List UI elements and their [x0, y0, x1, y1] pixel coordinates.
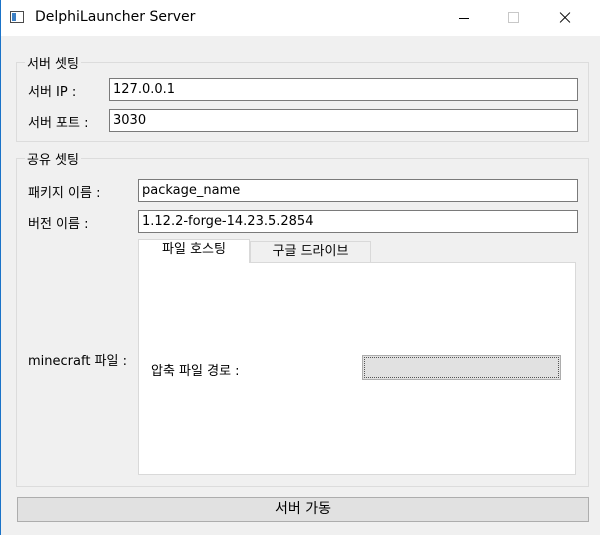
- server-port-label: 서버 포트 :: [28, 116, 89, 131]
- server-ip-input[interactable]: 127.0.0.1: [109, 78, 578, 101]
- package-name-input[interactable]: package_name: [138, 179, 578, 202]
- package-name-label: 패키지 이름 :: [28, 186, 101, 201]
- server-settings-title: 서버 셋팅: [25, 53, 81, 72]
- minecraft-file-label: minecraft 파일 :: [28, 354, 127, 369]
- app-window: DelphiLauncher Server 서버 셋팅 서버 IP : 127.…: [0, 0, 600, 535]
- server-ip-label: 서버 IP :: [28, 85, 77, 100]
- tab-file-hosting[interactable]: 파일 호스팅: [138, 239, 250, 263]
- title-bar[interactable]: DelphiLauncher Server: [1, 0, 600, 36]
- version-name-input[interactable]: 1.12.2-forge-14.23.5.2854: [138, 210, 578, 233]
- archive-path-button[interactable]: [362, 355, 561, 380]
- file-hosting-panel: 압축 파일 경로 :: [138, 262, 576, 475]
- version-name-label: 버전 이름 :: [28, 217, 89, 232]
- tab-google-drive[interactable]: 구글 드라이브: [250, 241, 371, 263]
- app-window-icon: [10, 11, 24, 23]
- maximize-button: [491, 0, 537, 36]
- minimize-button[interactable]: [442, 0, 488, 36]
- window-title: DelphiLauncher Server: [35, 9, 196, 25]
- server-port-input[interactable]: 3030: [109, 109, 578, 132]
- archive-path-label: 압축 파일 경로 :: [151, 364, 240, 379]
- start-server-button[interactable]: 서버 가동: [17, 497, 589, 522]
- share-settings-title: 공유 셋팅: [25, 149, 81, 168]
- close-button[interactable]: [549, 0, 595, 36]
